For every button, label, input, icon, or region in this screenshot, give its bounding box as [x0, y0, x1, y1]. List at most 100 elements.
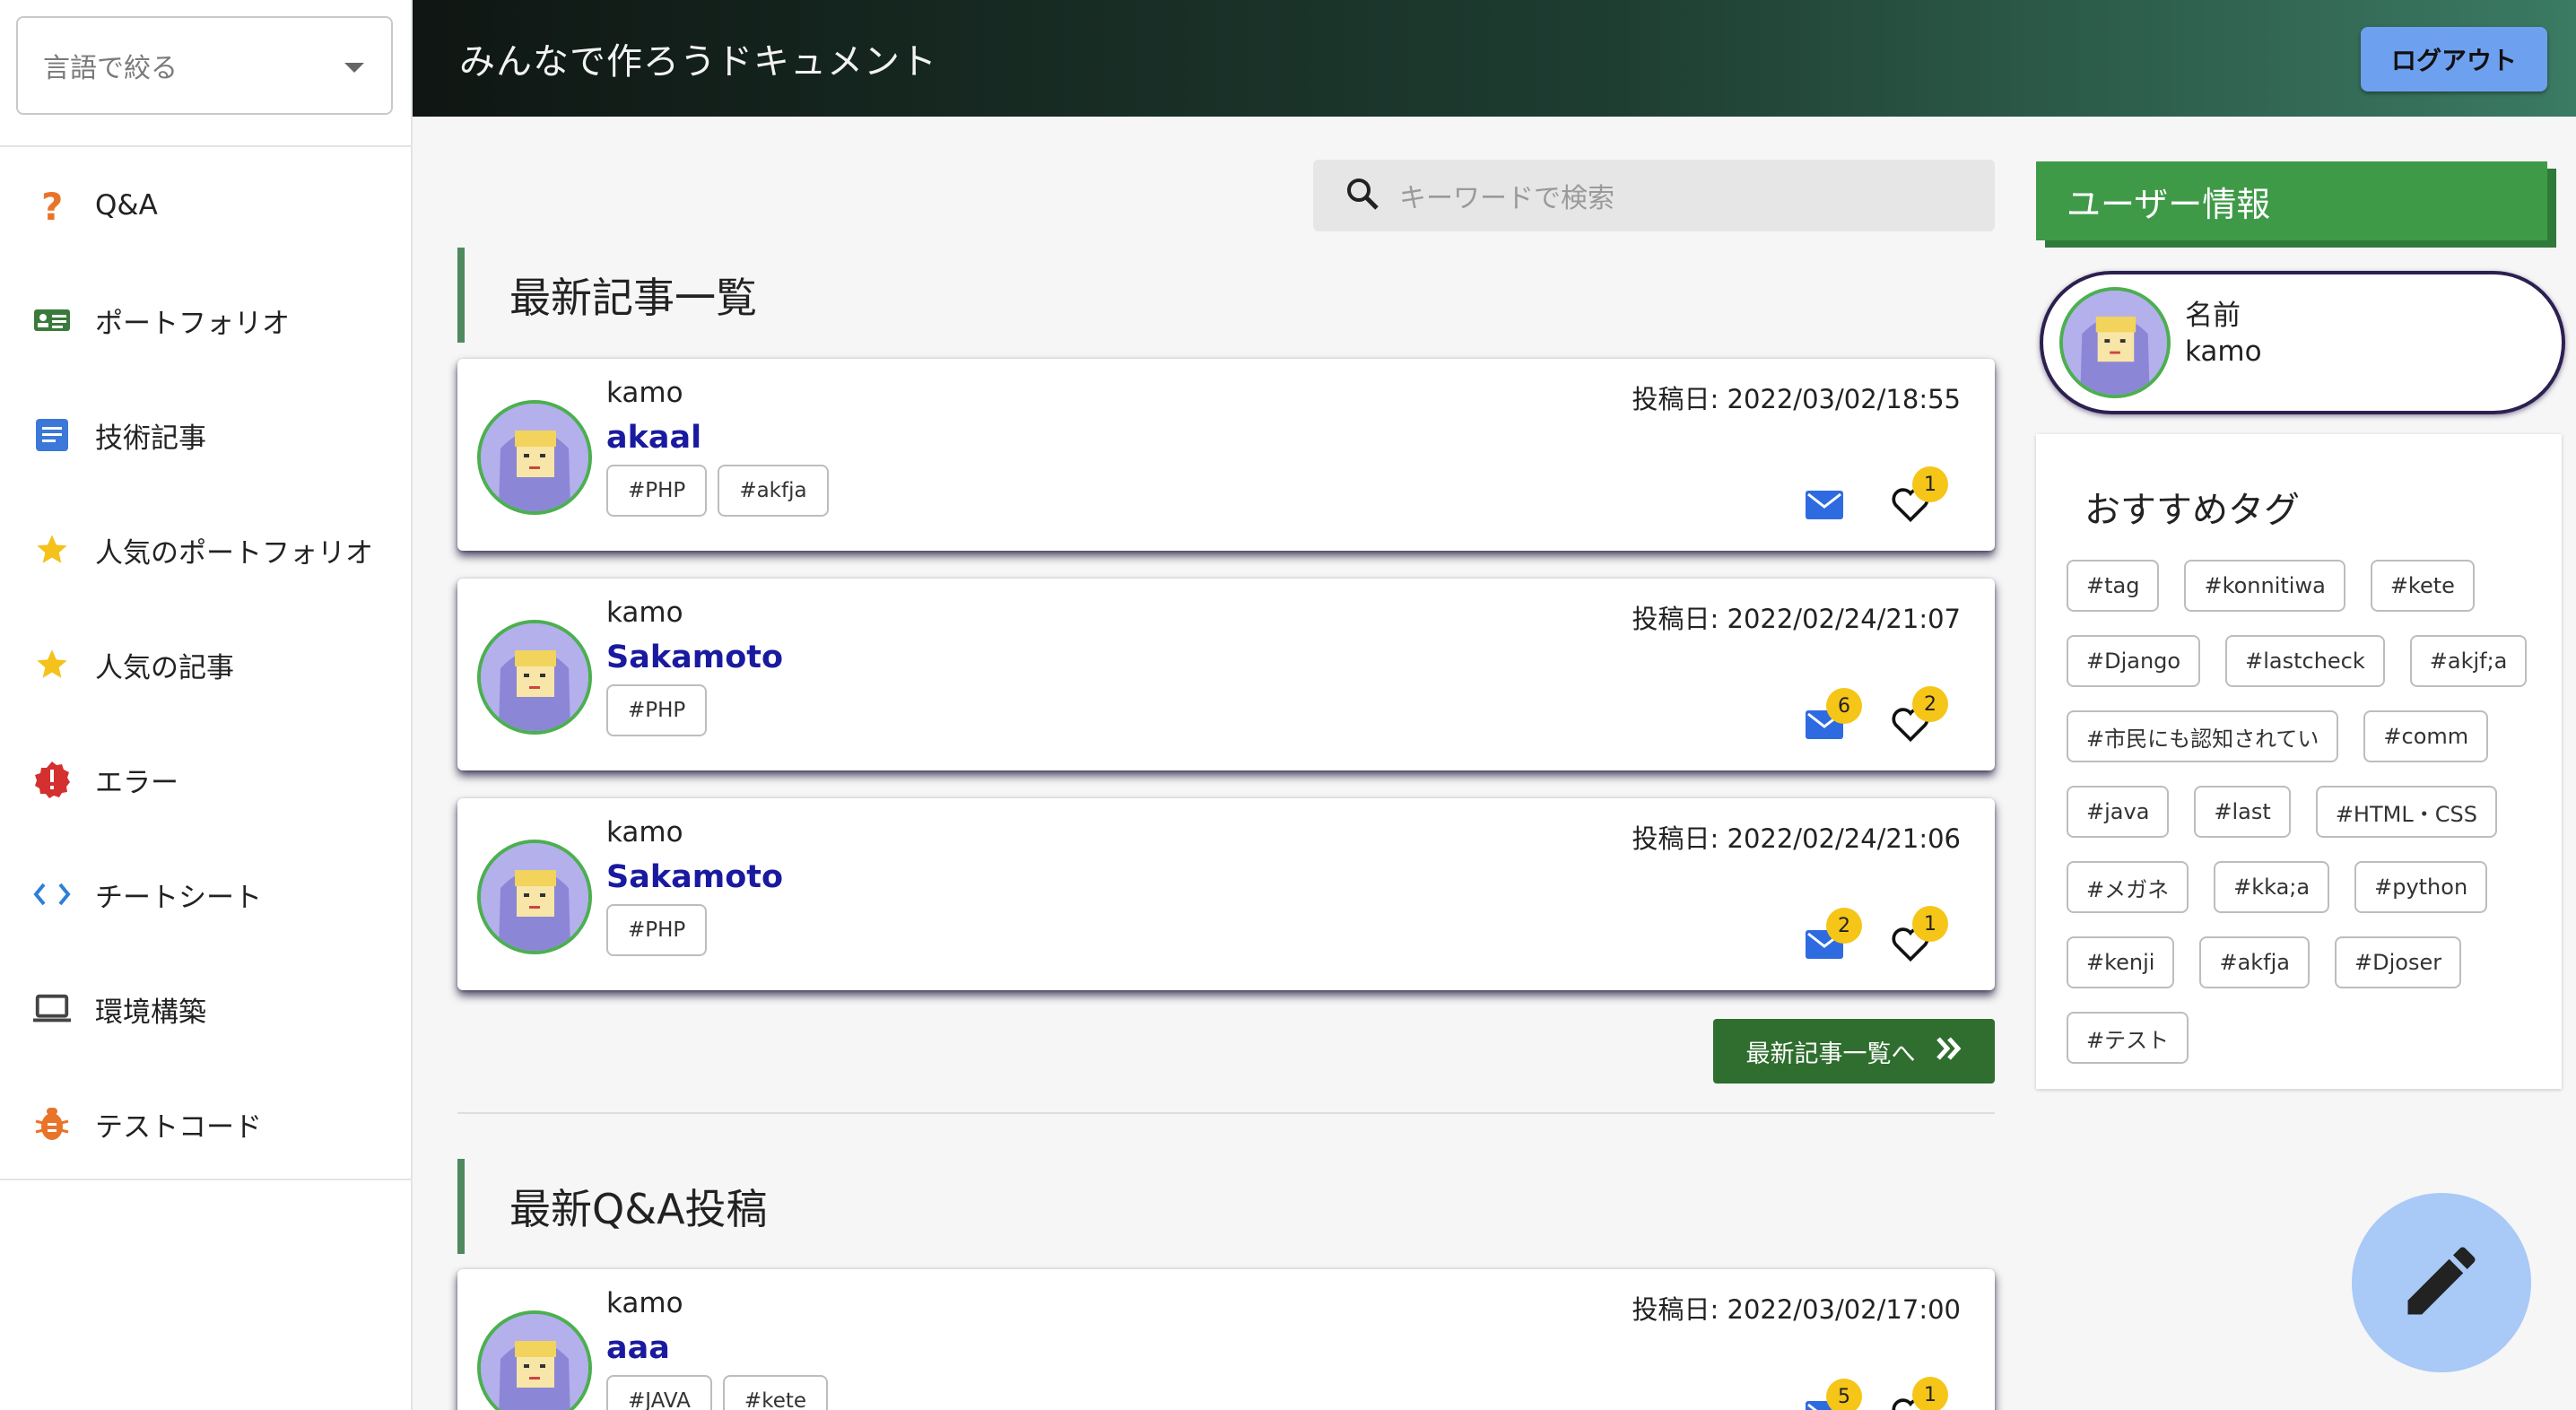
user-info-card[interactable]: 名前 kamo [2040, 271, 2565, 414]
more-articles-button[interactable]: 最新記事一覧へ [1713, 1019, 1995, 1084]
sidebar-item-popular-portfolio[interactable]: 人気のポートフォリオ [0, 492, 413, 607]
article-author: kamo [606, 816, 683, 849]
app-title: みんなで作ろうドキュメント [459, 41, 937, 83]
article-card[interactable]: kamo akaal 投稿日: 2022/03/02/18:55 #PHP #a… [457, 359, 1995, 551]
new-post-fab[interactable] [2352, 1193, 2531, 1372]
tag-chip[interactable]: #JAVA [606, 1375, 712, 1410]
search-icon [1345, 177, 1379, 214]
mail-icon[interactable]: 6 [1805, 688, 1862, 740]
tag-chip[interactable]: #テスト [2067, 1012, 2189, 1064]
laptop-icon [32, 989, 72, 1029]
section-heading-latest-qa: 最新Q&A投稿 [457, 1159, 780, 1254]
qa-title-link[interactable]: aaa [606, 1330, 670, 1366]
sidebar-divider [0, 145, 413, 147]
tag-chip[interactable]: #PHP [606, 684, 708, 736]
tag-chip[interactable]: #java [2067, 786, 2170, 838]
avatar [477, 400, 592, 515]
sidebar-item-popular-articles[interactable]: 人気の記事 [0, 607, 413, 722]
error-icon [32, 760, 72, 799]
avatar [477, 840, 592, 954]
tag-chip[interactable]: #last [2194, 786, 2291, 838]
search-bar[interactable]: キーワードで検索 [1313, 160, 1995, 231]
tag-chip[interactable]: #akfja [718, 465, 829, 517]
tag-chip[interactable]: #PHP [606, 465, 708, 517]
avatar [477, 1310, 592, 1410]
section-divider [457, 1112, 1995, 1114]
article-tags: #PHP #akfja [606, 465, 829, 517]
article-title-link[interactable]: Sakamoto [606, 640, 783, 675]
sidebar-item-label: エラー [95, 766, 178, 799]
tag-chip[interactable]: #konnitiwa [2184, 560, 2345, 612]
svg-text:?: ? [41, 186, 63, 225]
tag-chip[interactable]: #kka;a [2214, 861, 2330, 913]
like-count-badge: 1 [1912, 906, 1948, 942]
mail-icon[interactable] [1805, 490, 1844, 520]
avatar [477, 620, 592, 735]
tag-chip[interactable]: #Djoser [2335, 936, 2462, 988]
comment-count-badge: 6 [1826, 688, 1862, 724]
tag-chip[interactable]: #市民にも認知されてい [2067, 710, 2339, 762]
article-date: 投稿日: 2022/02/24/21:06 [1632, 823, 1961, 854]
article-card[interactable]: kamo Sakamoto 投稿日: 2022/02/24/21:07 #PHP… [457, 579, 1995, 770]
tag-chip[interactable]: #akjf;a [2409, 635, 2528, 687]
like-count-badge: 2 [1912, 686, 1948, 722]
tag-chip[interactable]: #python [2354, 861, 2488, 913]
more-articles-label: 最新記事一覧へ [1745, 1040, 1916, 1068]
language-filter-select[interactable]: 言語で絞る [16, 16, 393, 115]
mail-icon[interactable]: 2 [1805, 908, 1862, 960]
tag-chip[interactable]: #kete [722, 1375, 829, 1410]
heart-icon[interactable]: 1 [1891, 906, 1948, 963]
article-card[interactable]: kamo Sakamoto 投稿日: 2022/02/24/21:06 #PHP… [457, 798, 1995, 990]
question-icon: ? [32, 186, 72, 225]
tag-chip[interactable]: #kenji [2067, 936, 2175, 988]
sidebar-item-tech-articles[interactable]: 技術記事 [0, 378, 413, 492]
comment-count-badge: 2 [1826, 908, 1862, 944]
recommended-tags-heading: おすすめタグ [2084, 490, 2300, 531]
star-icon [32, 645, 72, 684]
sidebar-divider [0, 1179, 413, 1180]
sidebar-item-label: Q&A [95, 189, 158, 222]
tag-chip[interactable]: #lastcheck [2225, 635, 2385, 687]
user-name-label: 名前 [2185, 300, 2241, 332]
tag-chip[interactable]: #Django [2067, 635, 2201, 687]
sidebar-item-cheatsheet[interactable]: チートシート [0, 837, 413, 952]
sidebar-item-label: テストコード [95, 1110, 262, 1144]
sidebar-item-portfolio[interactable]: ポートフォリオ [0, 263, 413, 378]
sidebar-nav: ? Q&A ポートフォリオ 技術記事 人気のポートフォリオ 人気の記事 エラー … [0, 148, 413, 1181]
heart-icon[interactable]: 1 [1891, 1377, 1948, 1410]
sidebar-item-label: 技術記事 [95, 422, 206, 455]
article-date: 投稿日: 2022/02/24/21:07 [1632, 604, 1961, 634]
sidebar-item-qa[interactable]: ? Q&A [0, 148, 413, 263]
app-header: みんなで作ろうドキュメント ログアウト [413, 0, 2576, 117]
tag-chip[interactable]: #メガネ [2067, 861, 2189, 913]
qa-card[interactable]: kamo aaa 投稿日: 2022/03/02/17:00 #JAVA #ke… [457, 1269, 1995, 1410]
heart-icon[interactable]: 2 [1891, 686, 1948, 744]
user-info-heading: ユーザー情報 [2036, 161, 2547, 240]
article-author: kamo [606, 377, 683, 409]
sidebar-item-label: 人気のポートフォリオ [95, 536, 373, 570]
sidebar: 言語で絞る ? Q&A ポートフォリオ 技術記事 人気のポートフォリオ 人気の記… [0, 0, 413, 1410]
search-input[interactable]: キーワードで検索 [1399, 176, 1614, 215]
recommended-tags-panel: おすすめタグ #tag #konnitiwa #kete #Django #la… [2036, 434, 2562, 1089]
bug-icon [32, 1104, 72, 1144]
mail-icon[interactable]: 5 [1805, 1379, 1862, 1410]
tag-chip[interactable]: #tag [2067, 560, 2160, 612]
tag-chip[interactable]: #PHP [606, 904, 708, 956]
article-tags: #PHP [606, 904, 708, 956]
tag-chip[interactable]: #kete [2370, 560, 2475, 612]
article-title-link[interactable]: akaal [606, 420, 701, 456]
article-title-link[interactable]: Sakamoto [606, 859, 783, 895]
tag-chip[interactable]: #comm [2363, 710, 2489, 762]
heart-icon[interactable]: 1 [1891, 466, 1948, 524]
tag-chip[interactable]: #HTML・CSS [2315, 786, 2497, 838]
id-card-icon [32, 300, 72, 340]
logout-button[interactable]: ログアウト [2361, 27, 2547, 91]
article-icon [32, 415, 72, 455]
sidebar-item-testcode[interactable]: テストコード [0, 1066, 413, 1181]
code-icon [32, 875, 72, 914]
comment-count-badge: 5 [1826, 1379, 1862, 1410]
sidebar-item-errors[interactable]: エラー [0, 722, 413, 837]
tag-chip[interactable]: #akfja [2199, 936, 2311, 988]
sidebar-item-environment[interactable]: 環境構築 [0, 952, 413, 1066]
language-filter-placeholder: 言語で絞る [43, 53, 178, 84]
